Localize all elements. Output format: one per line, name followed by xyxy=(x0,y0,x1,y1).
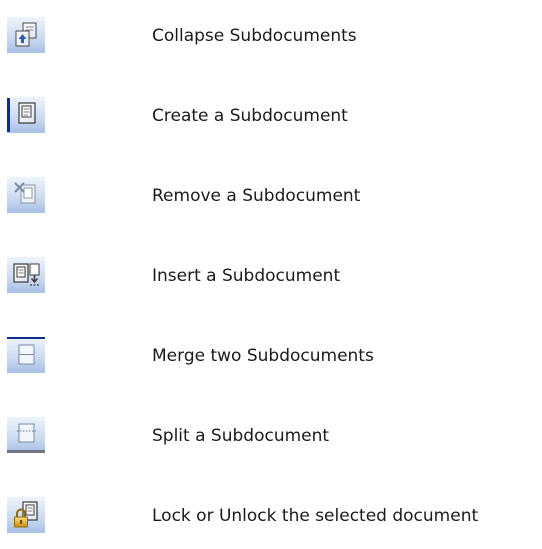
remove-subdocument-button[interactable] xyxy=(7,177,45,213)
toolbar-row-collapse-subdocuments: Collapse Subdocuments xyxy=(0,17,542,57)
toolbar-row-merge-subdocuments: Merge two Subdocuments xyxy=(0,337,542,377)
lock-document-icon xyxy=(7,497,45,533)
split-subdocument-icon xyxy=(7,417,45,453)
remove-subdocument-icon xyxy=(7,177,45,213)
merge-subdocuments-icon xyxy=(7,337,45,373)
toolbar-row-split-subdocument: Split a Subdocument xyxy=(0,417,542,457)
lock-document-button[interactable] xyxy=(7,497,45,533)
toolbar-row-insert-subdocument: Insert a Subdocument xyxy=(0,257,542,297)
merge-subdocuments-button[interactable] xyxy=(7,337,45,373)
split-subdocument-label: Split a Subdocument xyxy=(152,426,330,446)
insert-subdocument-icon xyxy=(7,257,45,293)
insert-subdocument-label: Insert a Subdocument xyxy=(152,266,341,286)
toolbar-row-create-subdocument: Create a Subdocument xyxy=(0,97,542,137)
insert-subdocument-button[interactable] xyxy=(7,257,45,293)
create-subdocument-button[interactable] xyxy=(7,97,45,133)
toolbar-row-remove-subdocument: Remove a Subdocument xyxy=(0,177,542,217)
remove-subdocument-label: Remove a Subdocument xyxy=(152,186,361,206)
toolbar-row-lock-document: Lock or Unlock the selected document xyxy=(0,497,542,537)
create-subdocument-icon xyxy=(7,97,45,133)
split-subdocument-button[interactable] xyxy=(7,417,45,453)
collapse-subdocuments-button[interactable] xyxy=(7,17,45,53)
collapse-subdocuments-icon xyxy=(7,17,45,53)
merge-subdocuments-label: Merge two Subdocuments xyxy=(152,346,374,366)
collapse-subdocuments-label: Collapse Subdocuments xyxy=(152,26,357,46)
create-subdocument-label: Create a Subdocument xyxy=(152,106,348,126)
lock-document-label: Lock or Unlock the selected document xyxy=(152,506,479,526)
